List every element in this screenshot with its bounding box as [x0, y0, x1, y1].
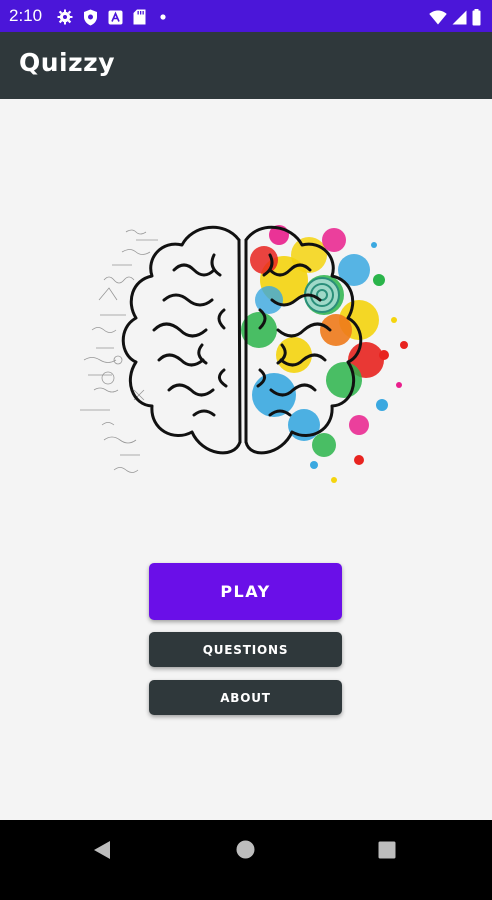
home-icon[interactable]	[236, 840, 255, 859]
back-icon[interactable]	[93, 840, 111, 860]
main-content: PLAY QUESTIONS ABOUT	[0, 99, 492, 820]
sd-card-icon	[133, 9, 146, 25]
signal-icon	[452, 10, 467, 24]
shield-icon	[84, 9, 97, 25]
gear-icon	[57, 9, 73, 25]
a-box-icon	[108, 10, 123, 24]
battery-icon	[472, 8, 481, 25]
navigation-bar	[0, 820, 492, 900]
questions-button[interactable]: QUESTIONS	[149, 632, 342, 667]
brain-illustration-icon	[80, 225, 408, 483]
app-bar: Quizzy	[0, 32, 492, 99]
app-title: Quizzy	[19, 48, 116, 77]
status-icons-left	[57, 8, 170, 26]
play-button[interactable]: PLAY	[149, 563, 342, 620]
status-bar: 2:10	[0, 0, 492, 32]
status-time: 2:10	[9, 6, 43, 25]
dot-icon	[160, 14, 166, 20]
recents-icon[interactable]	[378, 841, 396, 859]
about-button[interactable]: ABOUT	[149, 680, 342, 715]
status-icons-right	[429, 8, 481, 26]
wifi-icon	[429, 10, 447, 24]
